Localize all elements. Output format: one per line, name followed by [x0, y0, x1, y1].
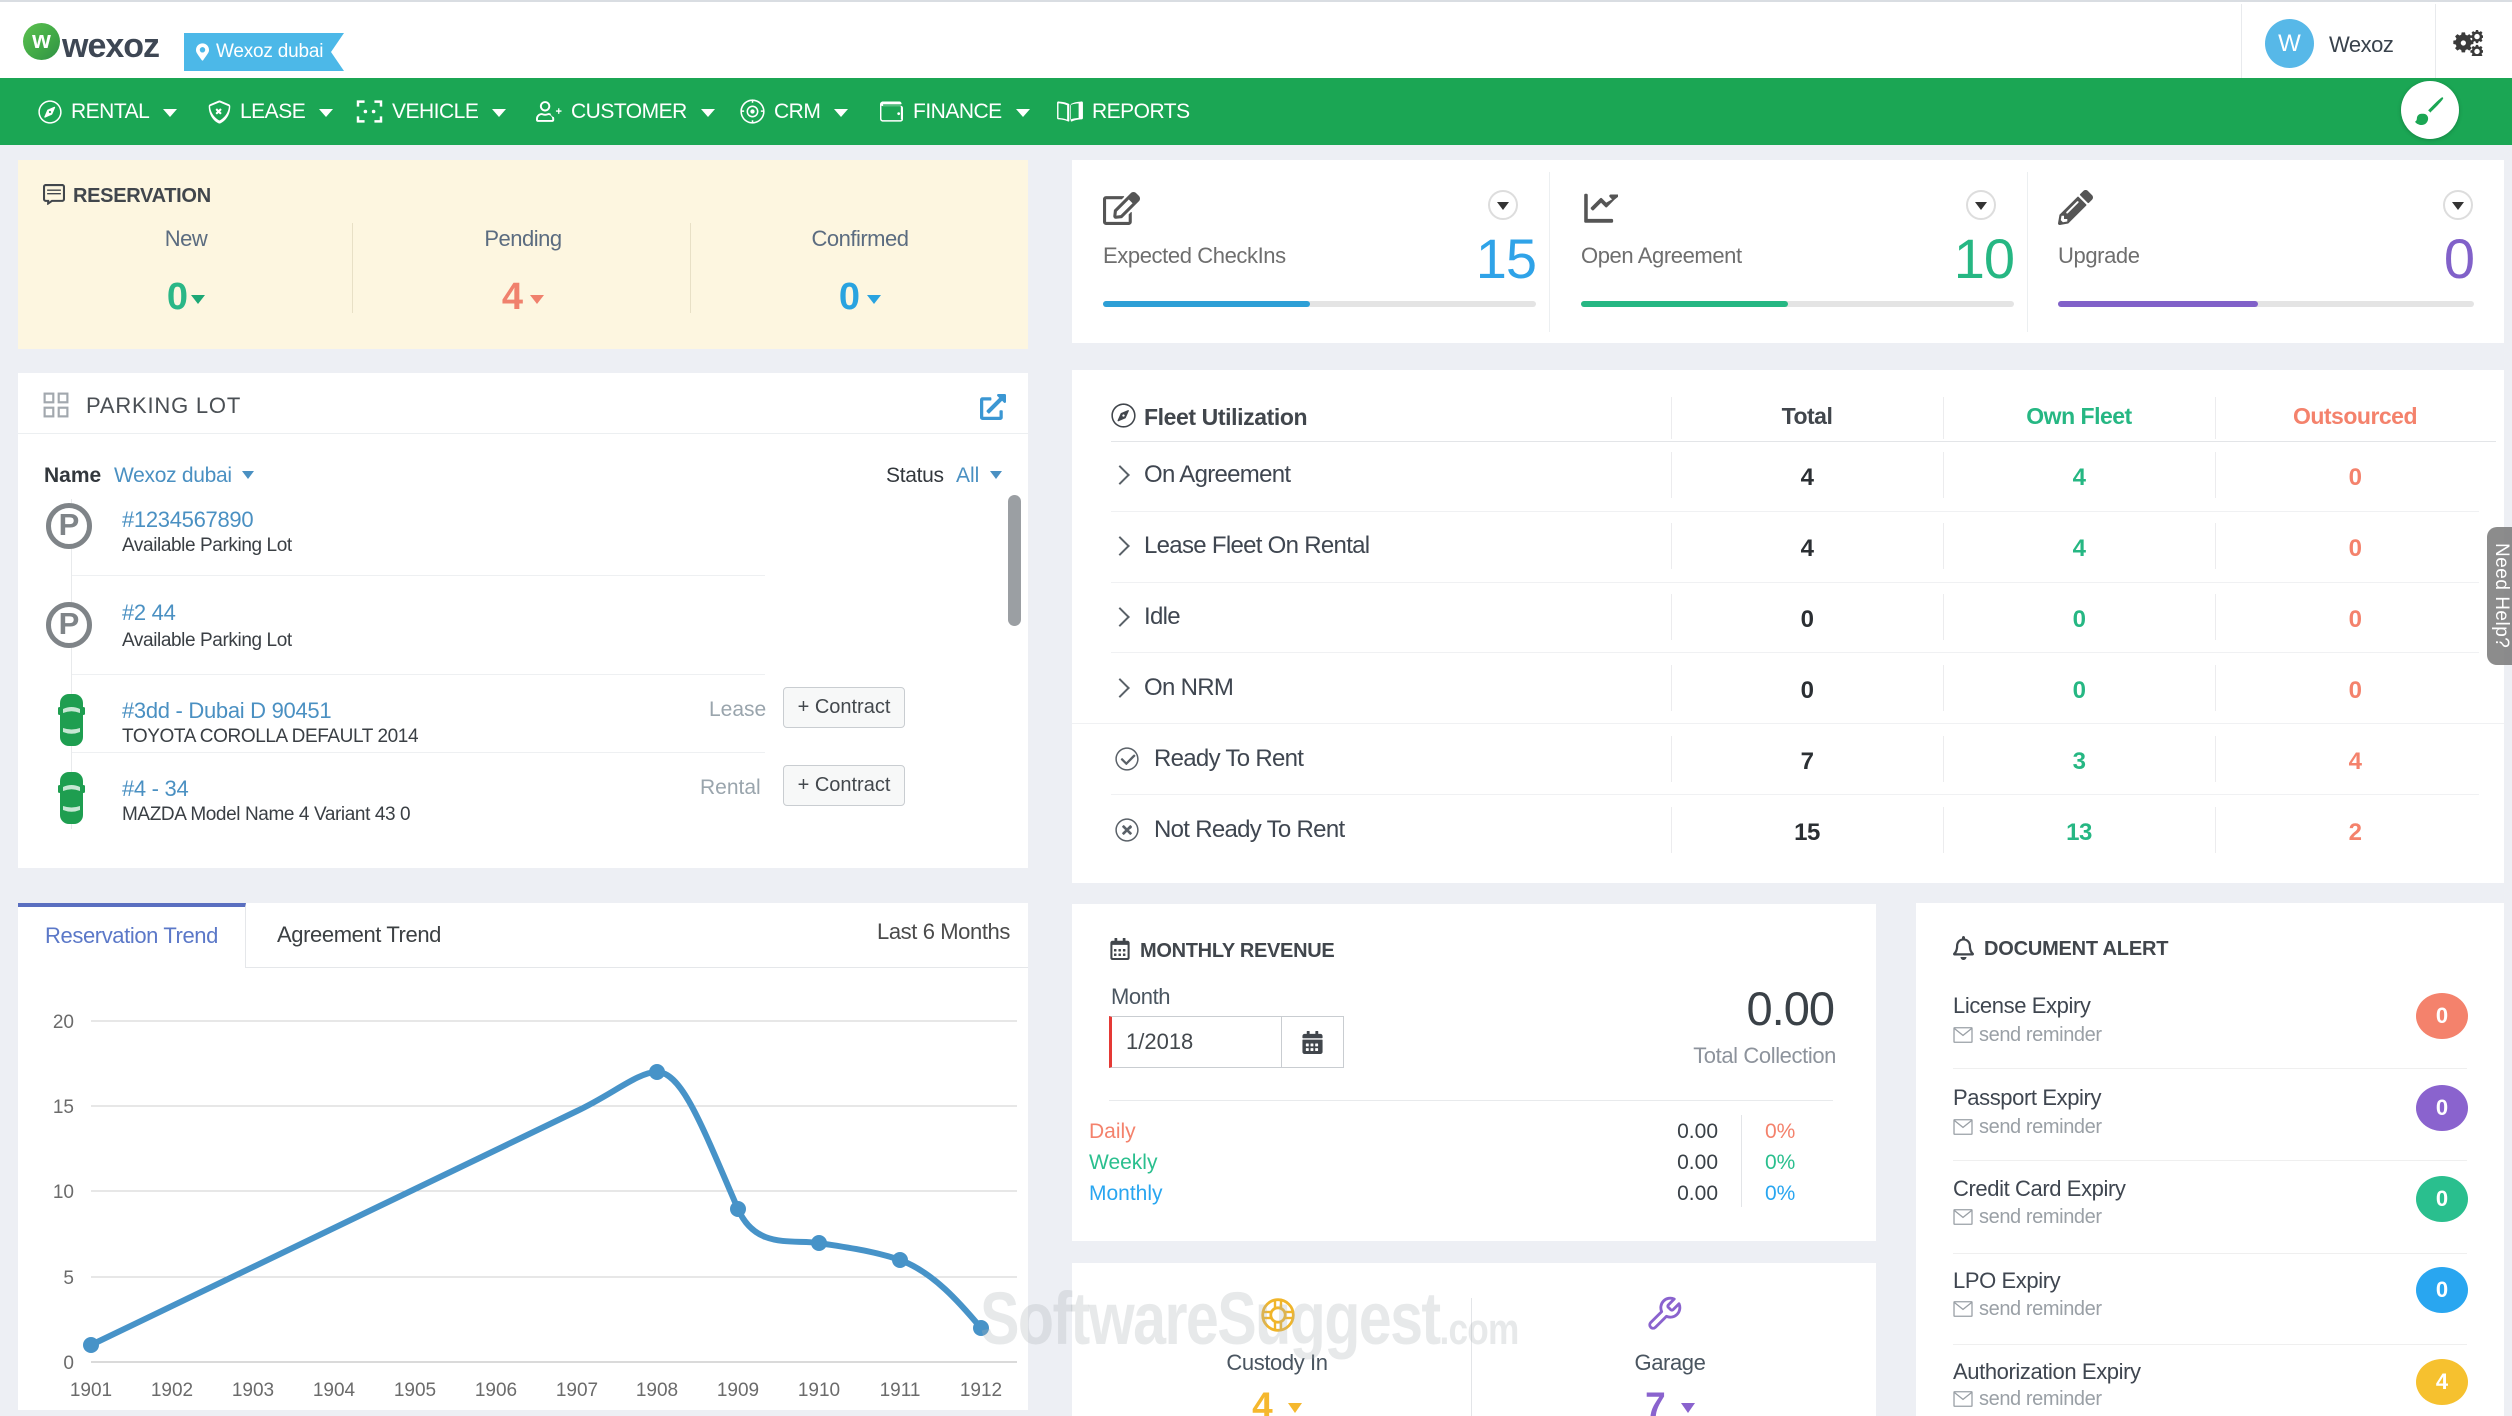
svg-text:5: 5 [63, 1268, 74, 1289]
svg-text:0: 0 [63, 1353, 74, 1374]
svg-text:1901: 1901 [70, 1380, 112, 1401]
svg-text:1902: 1902 [151, 1380, 193, 1401]
svg-text:1912: 1912 [960, 1380, 1002, 1401]
svg-text:1905: 1905 [394, 1380, 436, 1401]
svg-text:15: 15 [53, 1097, 74, 1118]
svg-text:1910: 1910 [798, 1380, 840, 1401]
svg-text:10: 10 [53, 1182, 74, 1203]
svg-text:1907: 1907 [556, 1380, 598, 1401]
svg-text:1904: 1904 [313, 1380, 356, 1401]
svg-text:1906: 1906 [475, 1380, 517, 1401]
svg-text:20: 20 [53, 1012, 74, 1033]
svg-text:1909: 1909 [717, 1380, 759, 1401]
svg-text:1903: 1903 [232, 1380, 274, 1401]
svg-text:1908: 1908 [636, 1380, 678, 1401]
svg-text:1911: 1911 [880, 1380, 921, 1401]
